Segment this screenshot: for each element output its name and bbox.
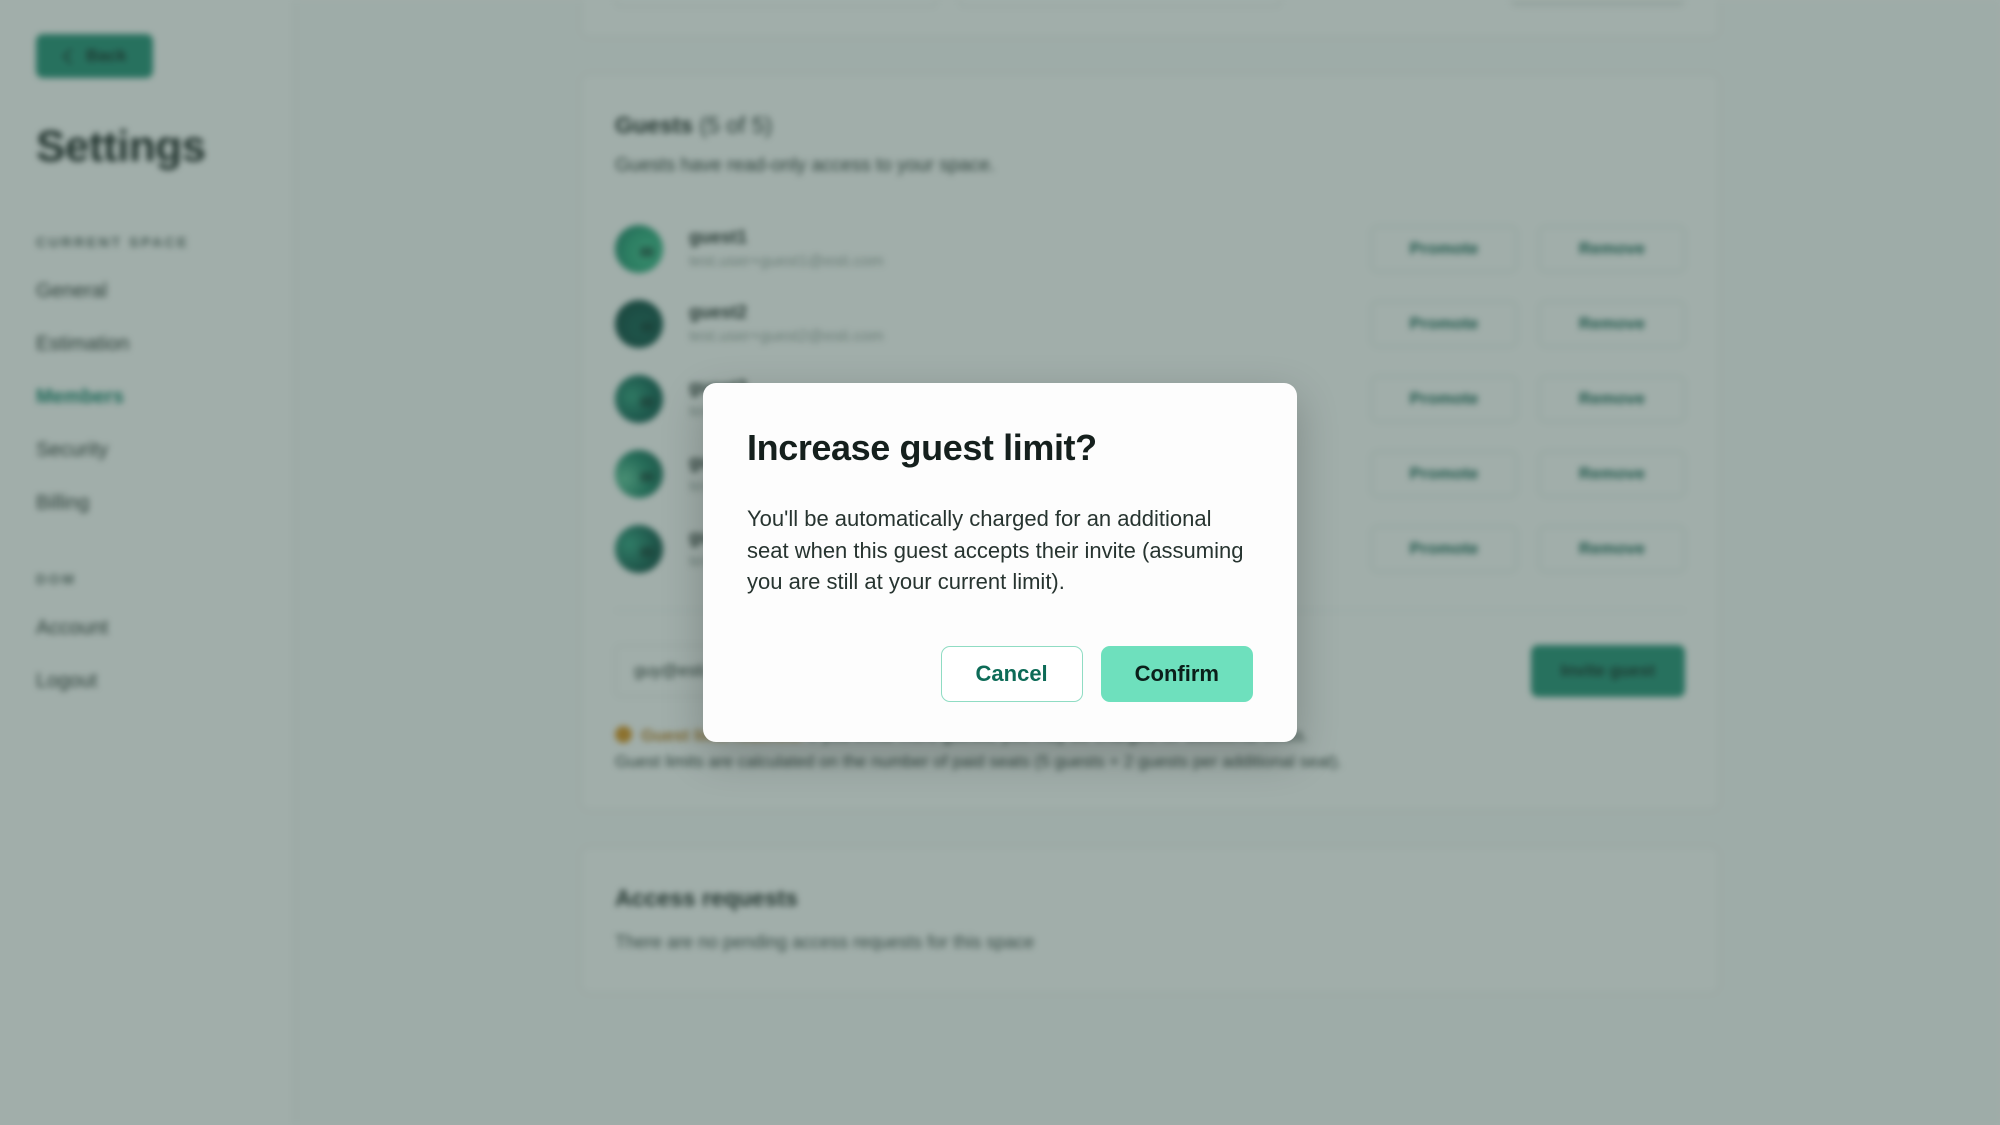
dialog-body: You'll be automatically charged for an a…: [747, 505, 1244, 595]
increase-guest-limit-dialog: Increase guest limit? You'll be automati…: [703, 382, 1297, 743]
cancel-button[interactable]: Cancel: [940, 646, 1083, 703]
confirm-button[interactable]: Confirm: [1100, 646, 1253, 703]
modal-layer: Increase guest limit? You'll be automati…: [0, 0, 2000, 1125]
dialog-title: Increase guest limit?: [747, 426, 1097, 468]
dialog-actions: Cancel Confirm: [747, 646, 1253, 703]
